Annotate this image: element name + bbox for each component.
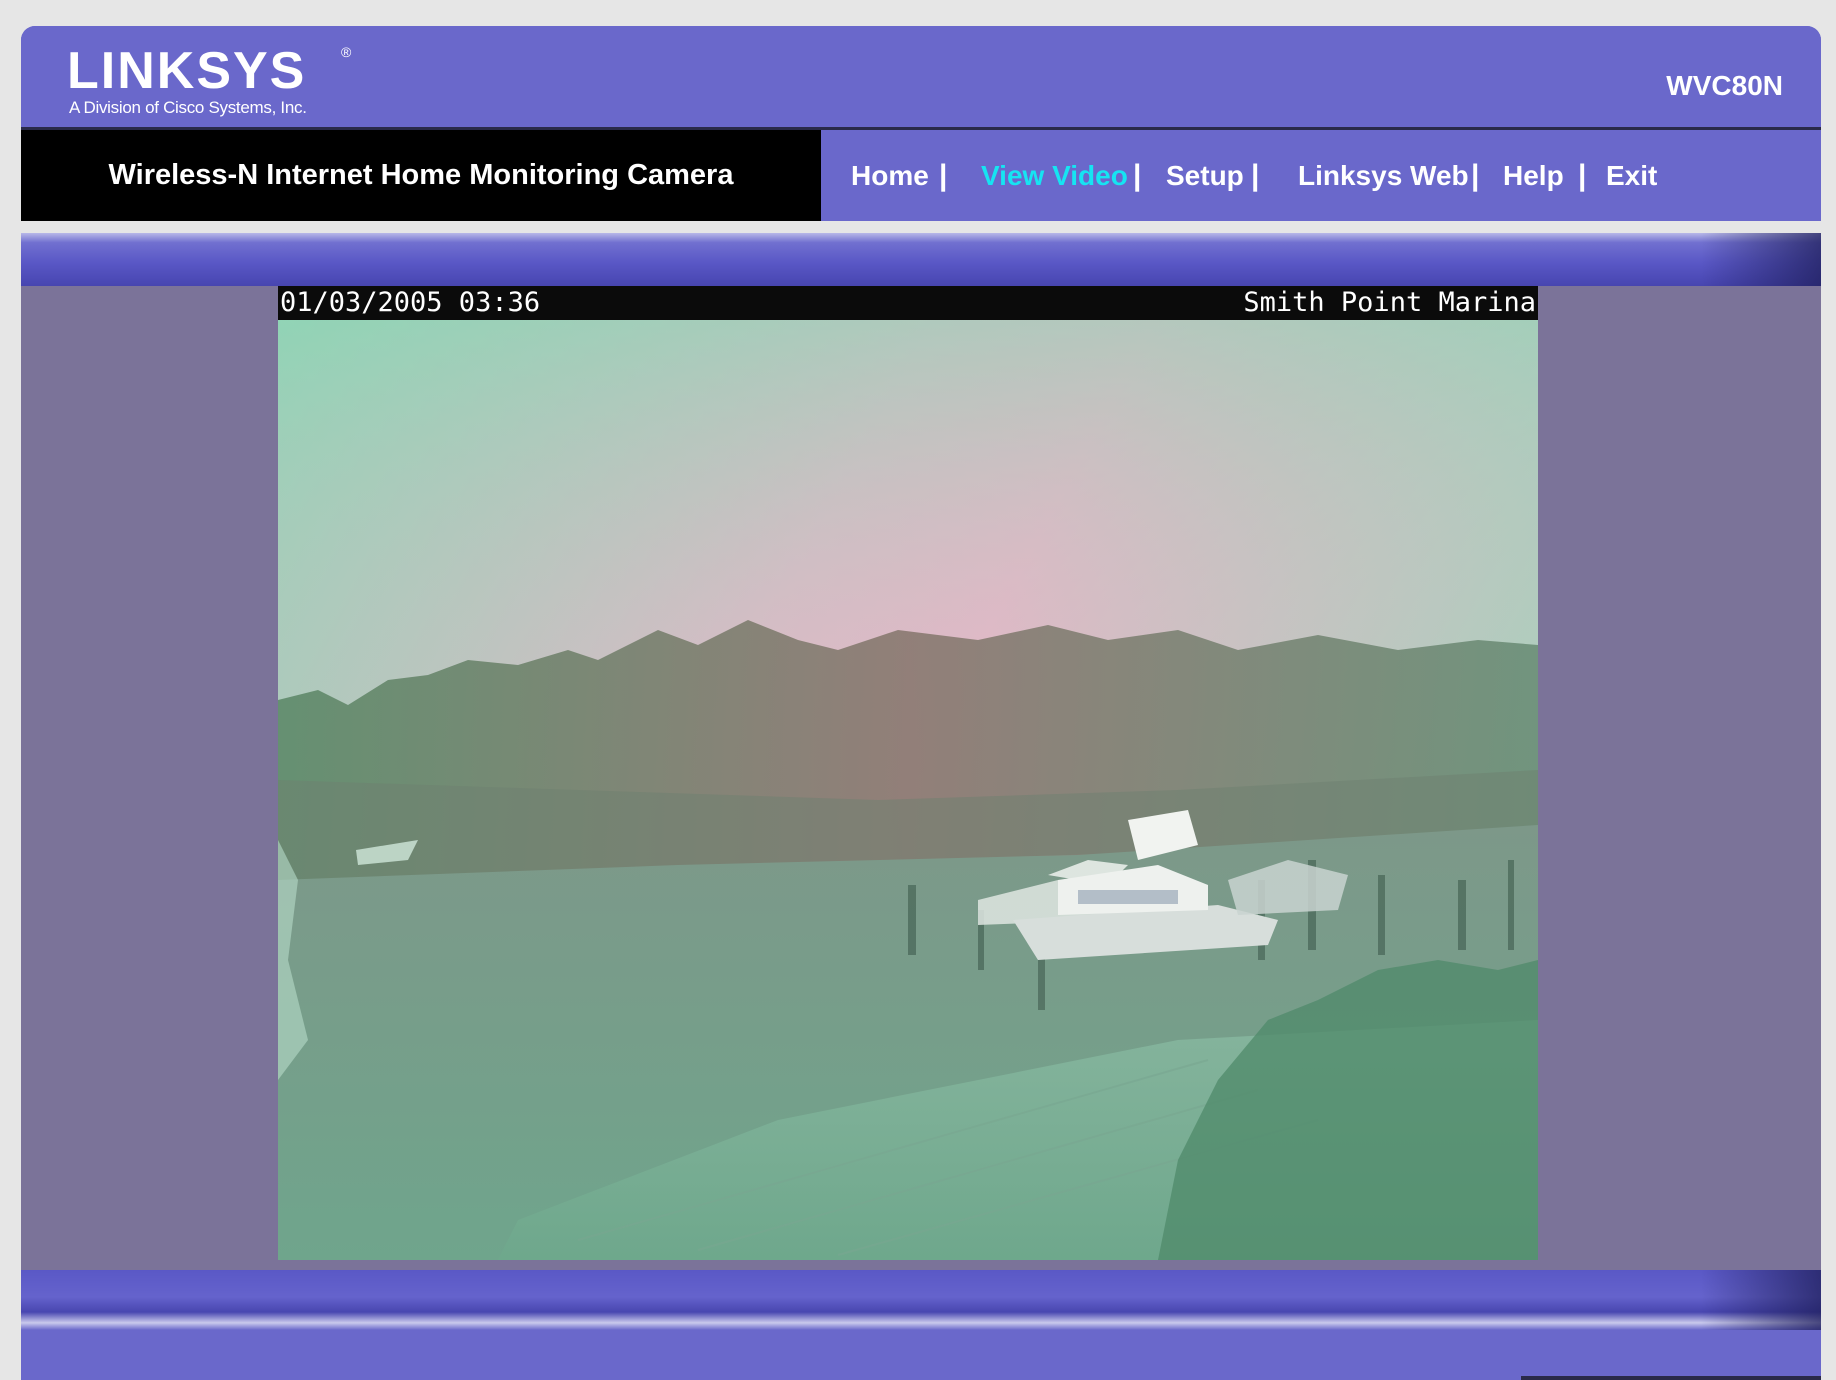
camera-location-label: Smith Point Marina xyxy=(1243,287,1536,318)
registered-mark: ® xyxy=(341,44,352,60)
nav-gap xyxy=(21,221,1821,233)
nav-exit-link[interactable]: Exit xyxy=(1606,130,1657,221)
logo-subtitle: A Division of Cisco Systems, Inc. xyxy=(69,98,307,117)
video-overlay-bar: 01/03/2005 03:36 Smith Point Marina xyxy=(278,286,1538,320)
navigation-bar: Wireless-N Internet Home Monitoring Came… xyxy=(21,130,1821,221)
logo-wordmark: LINKSYS xyxy=(67,42,307,100)
decorative-bar-bottom xyxy=(21,1270,1821,1330)
nav-separator: | xyxy=(1578,159,1587,192)
nav-menu: Home | View Video | Setup | Linksys Web … xyxy=(821,130,1821,221)
video-timestamp: 01/03/2005 03:36 xyxy=(280,287,541,318)
nav-separator: | xyxy=(1471,159,1480,192)
model-number: WVC80N xyxy=(1666,70,1783,101)
nav-separator: | xyxy=(1251,159,1260,192)
nav-setup-link[interactable]: Setup xyxy=(1166,130,1244,221)
video-panel: 01/03/2005 03:36 Smith Point Marina xyxy=(21,286,1821,1270)
page-frame: LINKSYS ® A Division of Cisco Systems, I… xyxy=(21,26,1821,1380)
header: LINKSYS ® A Division of Cisco Systems, I… xyxy=(21,26,1821,128)
nav-separator: | xyxy=(939,159,948,192)
footer-edge xyxy=(1521,1376,1821,1380)
camera-video-feed: 01/03/2005 03:36 Smith Point Marina xyxy=(278,286,1538,1260)
nav-home-link[interactable]: Home xyxy=(851,130,929,221)
linksys-logo: LINKSYS ® A Division of Cisco Systems, I… xyxy=(67,42,351,118)
nav-separator: | xyxy=(1133,159,1142,192)
nav-help-link[interactable]: Help xyxy=(1503,130,1564,221)
decorative-bar-top xyxy=(21,233,1821,286)
video-frame-image xyxy=(278,320,1538,1260)
nav-view-video-link[interactable]: View Video xyxy=(981,130,1128,221)
nav-linksys-web-link[interactable]: Linksys Web xyxy=(1298,130,1469,221)
product-title: Wireless-N Internet Home Monitoring Came… xyxy=(21,130,821,221)
